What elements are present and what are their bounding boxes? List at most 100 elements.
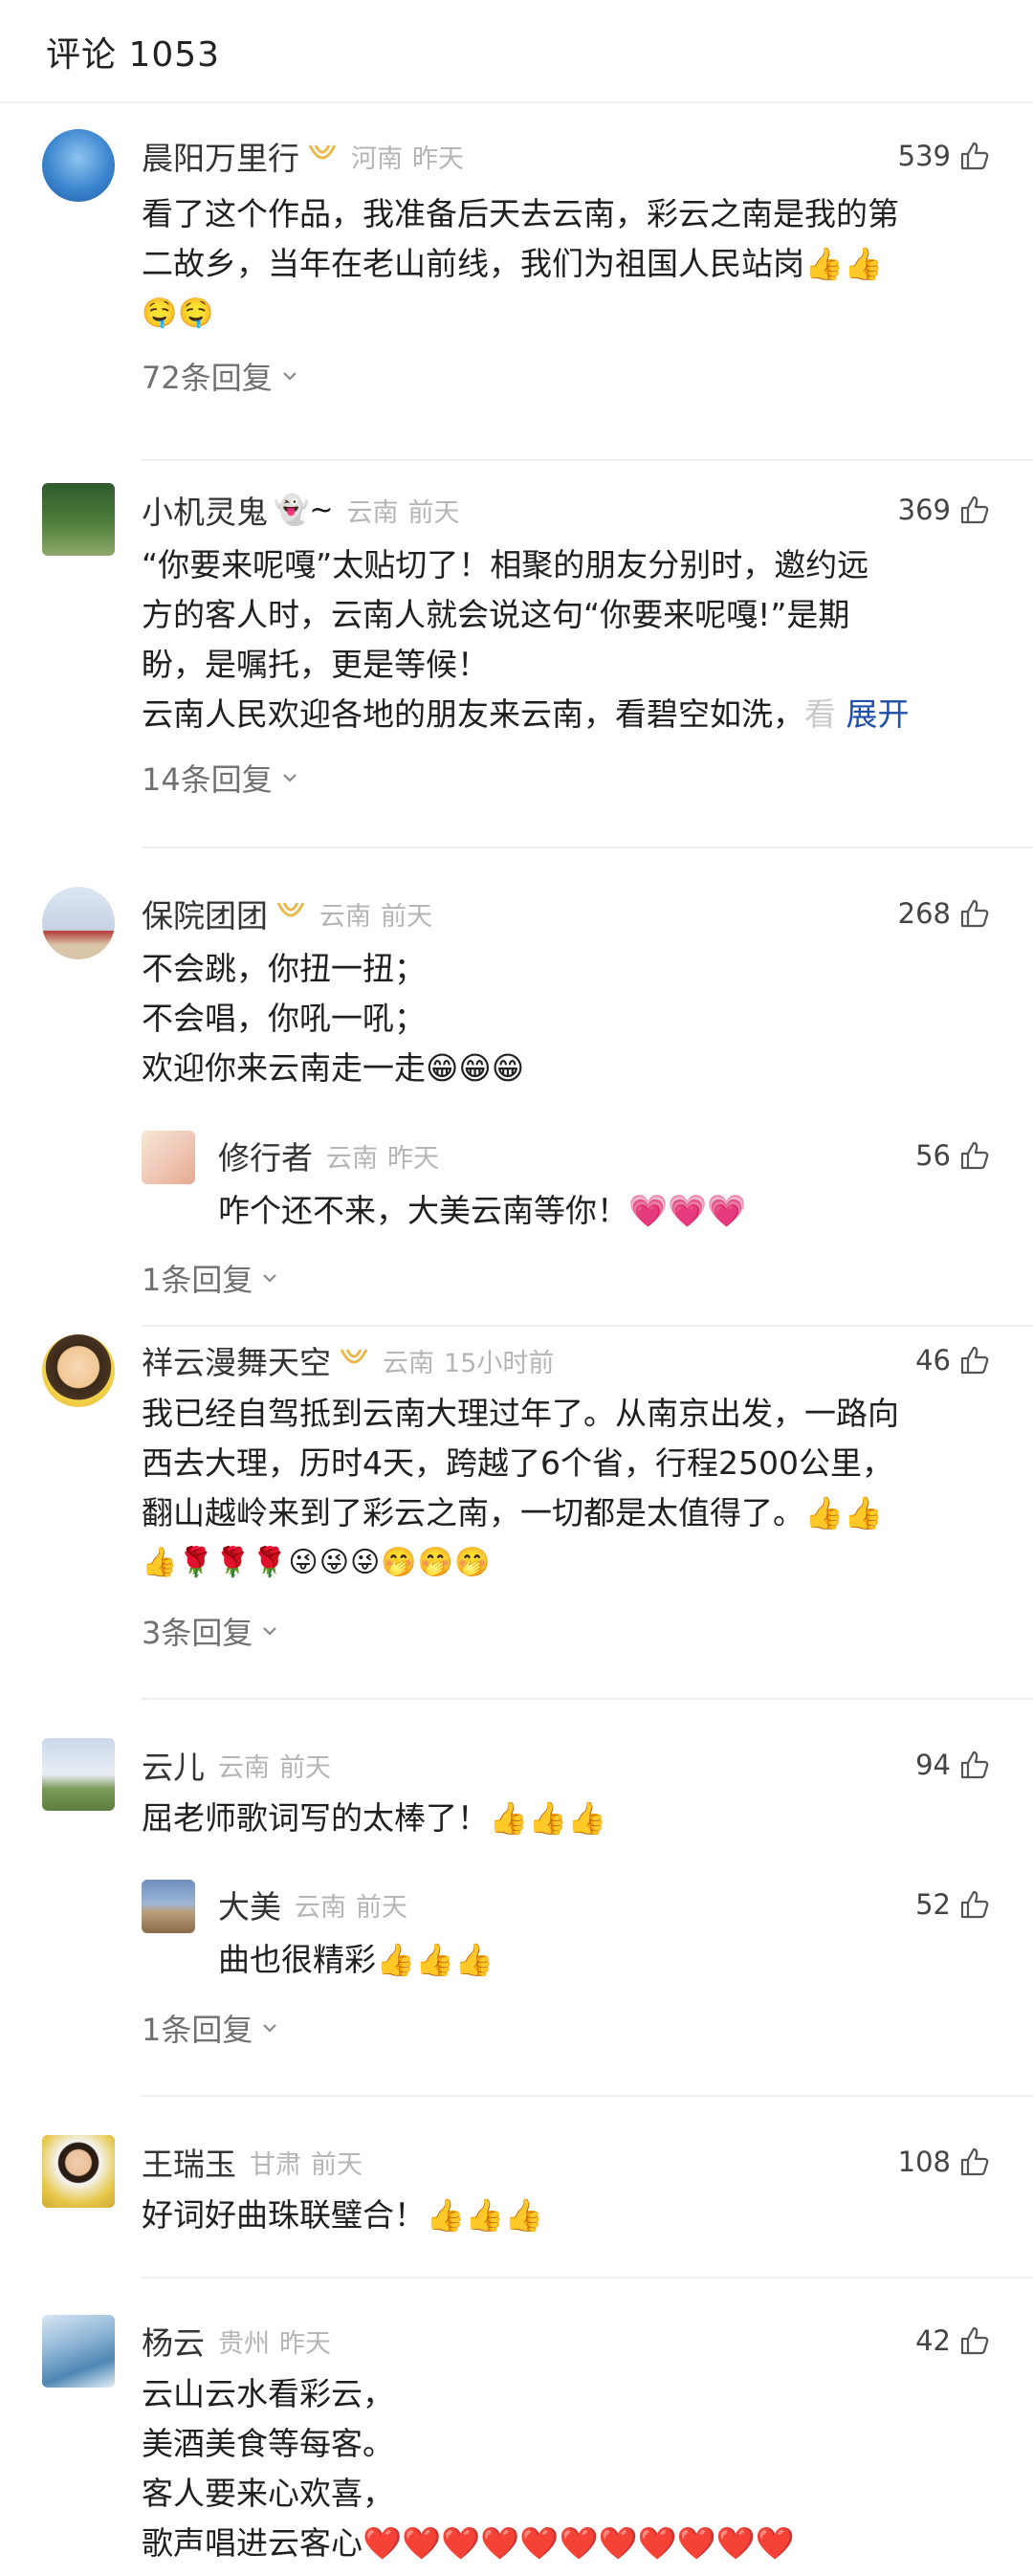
- thumbs-up-icon: [960, 2147, 989, 2176]
- like-count: 94: [915, 1749, 951, 1781]
- avatar[interactable]: [142, 1880, 195, 1933]
- reply-meta: 大美 云南 前天 52: [218, 1881, 991, 1928]
- like-count: 52: [915, 1888, 951, 1921]
- comment-location: 云南: [346, 497, 399, 528]
- like-count: 369: [897, 494, 951, 526]
- vip-badge-icon: [308, 144, 337, 160]
- avatar[interactable]: [42, 483, 115, 556]
- comment-time: 昨天: [412, 143, 464, 174]
- thumbs-up-icon: [960, 1141, 989, 1170]
- thumbs-up-icon: [960, 1890, 989, 1919]
- reply-text: 曲也很精彩👍👍👍: [218, 1941, 495, 1978]
- like-button[interactable]: 108: [898, 2146, 991, 2178]
- chevron-down-icon: [282, 774, 297, 782]
- comments-header: 评论 1053: [0, 0, 1033, 103]
- comment-meta: 晨阳万里行 河南 昨天 539: [142, 132, 991, 180]
- avatar[interactable]: [42, 2315, 115, 2388]
- comment-location: 云南: [218, 1752, 270, 1783]
- like-count: 42: [915, 2324, 951, 2357]
- thumbs-up-icon: [960, 1750, 989, 1779]
- chevron-down-icon: [263, 2024, 277, 2033]
- avatar[interactable]: [42, 129, 115, 202]
- like-button[interactable]: 52: [915, 1888, 991, 1921]
- expand-link[interactable]: 展开: [846, 695, 910, 733]
- divider: [142, 2095, 1033, 2097]
- comment-location: 云南: [326, 1143, 378, 1174]
- vip-badge-icon: [340, 1349, 368, 1364]
- username[interactable]: 小机灵鬼: [142, 487, 268, 533]
- view-replies-link[interactable]: 1条回复: [142, 2006, 279, 2050]
- username[interactable]: 王瑞玉: [142, 2139, 236, 2185]
- comment-time: 前天: [311, 2149, 363, 2180]
- comment-meta: 王瑞玉 甘肃 前天 108: [142, 2138, 991, 2186]
- comment-text: 屈老师歌词写的太棒了！👍👍👍: [142, 1799, 607, 1837]
- divider: [142, 847, 1033, 848]
- view-replies-link[interactable]: 3条回复: [142, 1609, 279, 1653]
- reply-text: 咋个还不来，大美云南等你！💗💗💗: [218, 1192, 747, 1229]
- like-count: 268: [897, 897, 951, 930]
- avatar[interactable]: [42, 887, 115, 959]
- comment-text: 云山云水看彩云， 美酒美食等每客。 客人要来心欢喜， 歌声唱进云客心❤️❤️❤️…: [142, 2375, 795, 2562]
- avatar[interactable]: [42, 1738, 115, 1811]
- like-button[interactable]: 268: [898, 897, 991, 930]
- like-count: 56: [915, 1139, 951, 1172]
- ghost-emoji: 👻~: [274, 493, 334, 527]
- comment-time: 前天: [381, 901, 432, 932]
- comment-text: 好词好曲珠联璧合！👍👍👍: [142, 2196, 544, 2234]
- comment-location: 河南: [351, 143, 403, 174]
- reply-meta: 修行者 云南 昨天 56: [218, 1132, 991, 1179]
- comments-title: 评论 1053: [46, 35, 221, 75]
- view-replies-link[interactable]: 1条回复: [142, 1256, 279, 1300]
- view-replies-link[interactable]: 14条回复: [142, 756, 299, 800]
- divider: [142, 459, 1033, 461]
- username[interactable]: 修行者: [218, 1133, 313, 1178]
- like-button[interactable]: 42: [915, 2324, 991, 2357]
- view-replies-link[interactable]: 72条回复: [142, 354, 299, 398]
- thumbs-up-icon: [960, 1346, 989, 1375]
- like-button[interactable]: 56: [915, 1139, 991, 1172]
- comment-location: 贵州: [218, 2328, 270, 2359]
- comment-text: 不会跳，你扭一扭； 不会唱，你吼一吼； 欢迎你来云南走一走😁😁😁: [142, 950, 525, 1087]
- comment-meta: 小机灵鬼 👻~ 云南 前天 369: [142, 486, 991, 534]
- divider: [142, 2277, 1033, 2279]
- like-button[interactable]: 539: [898, 140, 991, 172]
- thumbs-up-icon: [960, 495, 989, 524]
- username[interactable]: 杨云: [142, 2318, 205, 2364]
- avatar[interactable]: [42, 1334, 115, 1407]
- like-count: 108: [897, 2146, 951, 2178]
- comment-meta: 云儿 云南 前天 94: [142, 1741, 991, 1789]
- comment-location: 云南: [383, 1348, 434, 1378]
- avatar[interactable]: [142, 1131, 195, 1184]
- comment-time: 15小时前: [444, 1348, 555, 1378]
- comment-location: 云南: [319, 901, 371, 932]
- thumbs-up-icon: [960, 899, 989, 928]
- comment-location: 甘肃: [250, 2149, 301, 2180]
- divider: [142, 1698, 1033, 1700]
- comment-meta: 祥云漫舞天空 云南 15小时前 46: [142, 1336, 991, 1384]
- like-count: 539: [897, 140, 951, 172]
- like-button[interactable]: 46: [915, 1344, 991, 1376]
- comment-meta: 杨云 贵州 昨天 42: [142, 2317, 991, 2365]
- comment-text: 看了这个作品，我准备后天去云南，彩云之南是我的第 二故乡，当年在老山前线，我们为…: [142, 195, 899, 330]
- chevron-down-icon: [263, 1627, 277, 1636]
- thumbs-up-icon: [960, 142, 989, 170]
- like-count: 46: [915, 1344, 951, 1376]
- comment-location: 云南: [295, 1892, 346, 1923]
- avatar[interactable]: [42, 2135, 115, 2208]
- comment-meta: 保院团团 云南 前天 268: [142, 890, 991, 937]
- vip-badge-icon: [276, 902, 305, 917]
- comment-time: 昨天: [279, 2328, 331, 2359]
- like-button[interactable]: 369: [898, 494, 991, 526]
- username[interactable]: 祥云漫舞天空: [142, 1337, 331, 1383]
- username[interactable]: 云儿: [142, 1742, 205, 1788]
- chevron-down-icon: [263, 1274, 277, 1283]
- username[interactable]: 晨阳万里行: [142, 133, 299, 179]
- chevron-down-icon: [282, 372, 297, 381]
- comment-time: 前天: [279, 1752, 331, 1783]
- like-button[interactable]: 94: [915, 1749, 991, 1781]
- comment-text: 我已经自驾抵到云南大理过年了。从南京出发，一路向 西去大理，历时4天，跨越了6个…: [142, 1395, 899, 1579]
- thumbs-up-icon: [960, 2326, 989, 2355]
- username[interactable]: 大美: [218, 1882, 281, 1927]
- divider: [142, 1325, 1033, 1327]
- username[interactable]: 保院团团: [142, 891, 268, 936]
